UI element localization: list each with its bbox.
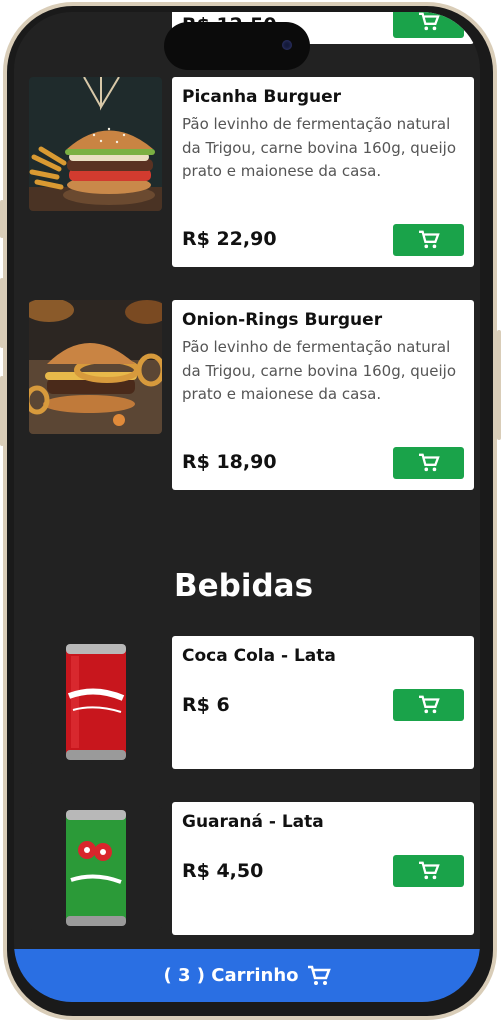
product-price: R$ 18,90: [182, 451, 277, 473]
cart-icon: [418, 861, 440, 880]
cart-bar-label: ( 3 ) Carrinho: [163, 965, 299, 986]
product-description: Pão levinho de fermentação natural da Tr…: [182, 115, 457, 180]
product-name: Guaraná - Lata: [182, 812, 324, 832]
coca-cola-can-image: [29, 640, 162, 764]
product-card: Picanha Burguer Pão levinho de fermentaç…: [172, 77, 474, 267]
dynamic-island: [164, 22, 310, 70]
product-name: Picanha Burguer: [182, 87, 342, 107]
product-description: Pão levinho de fermentação natural da Tr…: [182, 338, 457, 403]
cart-icon: [307, 965, 331, 985]
add-to-cart-button[interactable]: [393, 689, 464, 721]
volume-down-button: [0, 278, 4, 348]
add-to-cart-button[interactable]: [393, 855, 464, 887]
power-button: [497, 330, 501, 440]
product-price: R$ 4,50: [182, 860, 264, 882]
mute-switch: [0, 376, 4, 446]
product-card: Guaraná - Lata R$ 4,50: [172, 802, 474, 935]
add-to-cart-button[interactable]: [393, 224, 464, 256]
product-price: R$ 22,90: [182, 228, 277, 250]
product-name: Onion-Rings Burguer: [182, 310, 383, 330]
volume-up-button: [0, 200, 4, 238]
camera-icon: [282, 40, 292, 50]
product-name: Coca Cola - Lata: [182, 646, 336, 666]
cart-icon: [418, 12, 440, 31]
cart-bar-button[interactable]: ( 3 ) Carrinho: [14, 949, 480, 1002]
product-card: Coca Cola - Lata R$ 6: [172, 636, 474, 769]
app-screen: R$ 12,50 Picanha Burguer Pão: [14, 12, 480, 1002]
guarana-can-image: [29, 806, 162, 930]
product-price: R$ 6: [182, 694, 230, 716]
picanha-burguer-image: [29, 77, 162, 211]
cart-icon: [418, 695, 440, 714]
add-to-cart-button[interactable]: [393, 12, 464, 38]
onion-rings-burguer-image: [29, 300, 162, 434]
section-title-bebidas: Bebidas: [174, 568, 314, 604]
cart-icon: [418, 230, 440, 249]
product-card: Onion-Rings Burguer Pão levinho de ferme…: [172, 300, 474, 490]
add-to-cart-button[interactable]: [393, 447, 464, 479]
cart-icon: [418, 453, 440, 472]
